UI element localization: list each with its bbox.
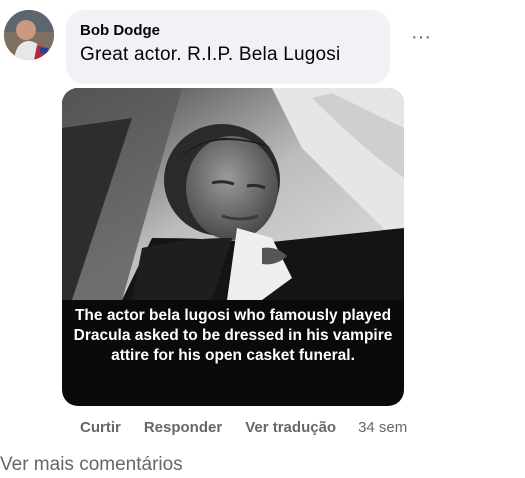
reply-button[interactable]: Responder (144, 419, 222, 436)
ellipsis-icon: ··· (411, 26, 431, 48)
avatar[interactable] (4, 10, 54, 60)
comment-author[interactable]: Bob Dodge (80, 20, 376, 42)
comment-text: Great actor. R.I.P. Bela Lugosi (80, 44, 341, 65)
image-attachment[interactable]: The actor bela lugosi who famously playe… (62, 88, 404, 406)
view-more-comments-link[interactable]: Ver mais comentários (0, 452, 183, 478)
image-caption: The actor bela lugosi who famously playe… (73, 307, 393, 364)
see-translation-button[interactable]: Ver tradução (245, 419, 336, 436)
casket-photo (62, 88, 404, 300)
more-options-button[interactable]: ··· (406, 27, 436, 50)
comment-timestamp[interactable]: 34 sem (358, 419, 407, 436)
avatar-image (4, 10, 54, 60)
comment-actions: Curtir Responder Ver tradução 34 sem (80, 416, 407, 438)
comment-bubble: Bob Dodge Great actor. R.I.P. Bela Lugos… (66, 10, 390, 84)
like-button[interactable]: Curtir (80, 419, 121, 436)
